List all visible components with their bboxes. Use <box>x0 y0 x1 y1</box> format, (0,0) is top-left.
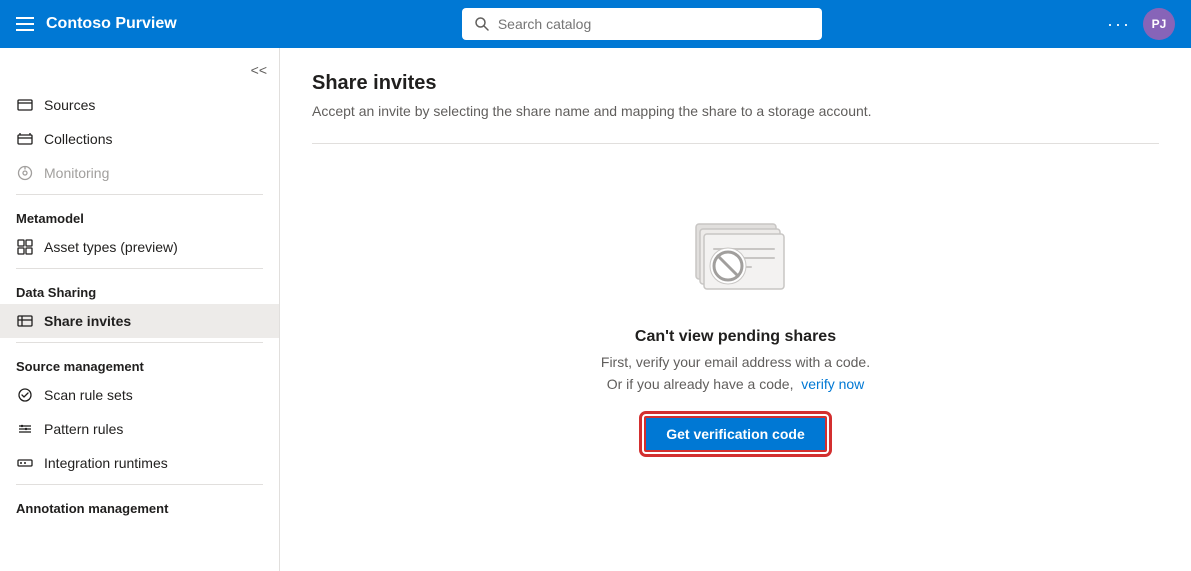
sidebar-item-pattern-rules[interactable]: Pattern rules <box>0 412 279 446</box>
sidebar-divider-1 <box>16 194 263 195</box>
sidebar-item-scan-rule-sets[interactable]: Scan rule sets <box>0 378 279 412</box>
page-title: Share invites <box>312 72 1159 95</box>
sidebar-item-collections[interactable]: Collections <box>0 122 279 156</box>
collections-icon <box>16 130 34 148</box>
pattern-rules-icon <box>16 420 34 438</box>
sidebar-item-integration-runtimes[interactable]: Integration runtimes <box>0 446 279 480</box>
sidebar-label-monitoring: Monitoring <box>44 165 109 181</box>
sidebar-item-monitoring[interactable]: Monitoring <box>0 156 279 190</box>
sidebar-item-sources[interactable]: Sources <box>0 88 279 122</box>
page-subtitle: Accept an invite by selecting the share … <box>312 103 1159 119</box>
app-body: << Sources Collections Monitoring Metamo… <box>0 48 1191 571</box>
search-icon <box>474 16 490 32</box>
sidebar-label-sources: Sources <box>44 97 95 113</box>
header: Contoso Purview ··· PJ <box>0 0 1191 48</box>
search-bar[interactable] <box>462 8 822 40</box>
sidebar: << Sources Collections Monitoring Metamo… <box>0 48 280 571</box>
sidebar-label-asset-types: Asset types (preview) <box>44 239 178 255</box>
empty-title: Can't view pending shares <box>635 328 836 346</box>
empty-illustration <box>676 204 796 304</box>
verify-now-link[interactable]: verify now <box>801 376 864 392</box>
sidebar-label-scan-rule-sets: Scan rule sets <box>44 387 133 403</box>
collapse-button[interactable]: << <box>247 60 271 80</box>
empty-state: Can't view pending shares First, verify … <box>312 144 1159 472</box>
more-options[interactable]: ··· <box>1107 14 1131 35</box>
section-header-source-management: Source management <box>0 347 279 378</box>
empty-link-line: Or if you already have a code, verify no… <box>607 376 865 392</box>
sidebar-collapse-section: << <box>0 56 279 88</box>
sidebar-label-collections: Collections <box>44 131 112 147</box>
monitoring-icon <box>16 164 34 182</box>
sidebar-label-pattern-rules: Pattern rules <box>44 421 123 437</box>
section-header-metamodel: Metamodel <box>0 199 279 230</box>
sidebar-label-share-invites: Share invites <box>44 313 131 329</box>
main-content: Share invites Accept an invite by select… <box>280 48 1191 571</box>
sidebar-item-share-invites[interactable]: Share invites <box>0 304 279 338</box>
app-title: Contoso Purview <box>46 15 177 33</box>
sidebar-item-asset-types[interactable]: Asset types (preview) <box>0 230 279 264</box>
hamburger-menu[interactable] <box>16 17 34 31</box>
section-header-data-sharing: Data Sharing <box>0 273 279 304</box>
integration-runtimes-icon <box>16 454 34 472</box>
empty-link-text: Or if you already have a code, <box>607 376 794 392</box>
scan-rule-sets-icon <box>16 386 34 404</box>
asset-types-icon <box>16 238 34 256</box>
avatar[interactable]: PJ <box>1143 8 1175 40</box>
sidebar-divider-3 <box>16 342 263 343</box>
get-verification-code-button[interactable]: Get verification code <box>644 416 826 452</box>
empty-desc: First, verify your email address with a … <box>601 354 870 370</box>
sidebar-divider-2 <box>16 268 263 269</box>
search-input[interactable] <box>498 16 810 32</box>
sidebar-divider-4 <box>16 484 263 485</box>
sidebar-label-integration-runtimes: Integration runtimes <box>44 455 168 471</box>
sources-icon <box>16 96 34 114</box>
section-header-annotation-management: Annotation management <box>0 489 279 520</box>
share-invites-icon <box>16 312 34 330</box>
